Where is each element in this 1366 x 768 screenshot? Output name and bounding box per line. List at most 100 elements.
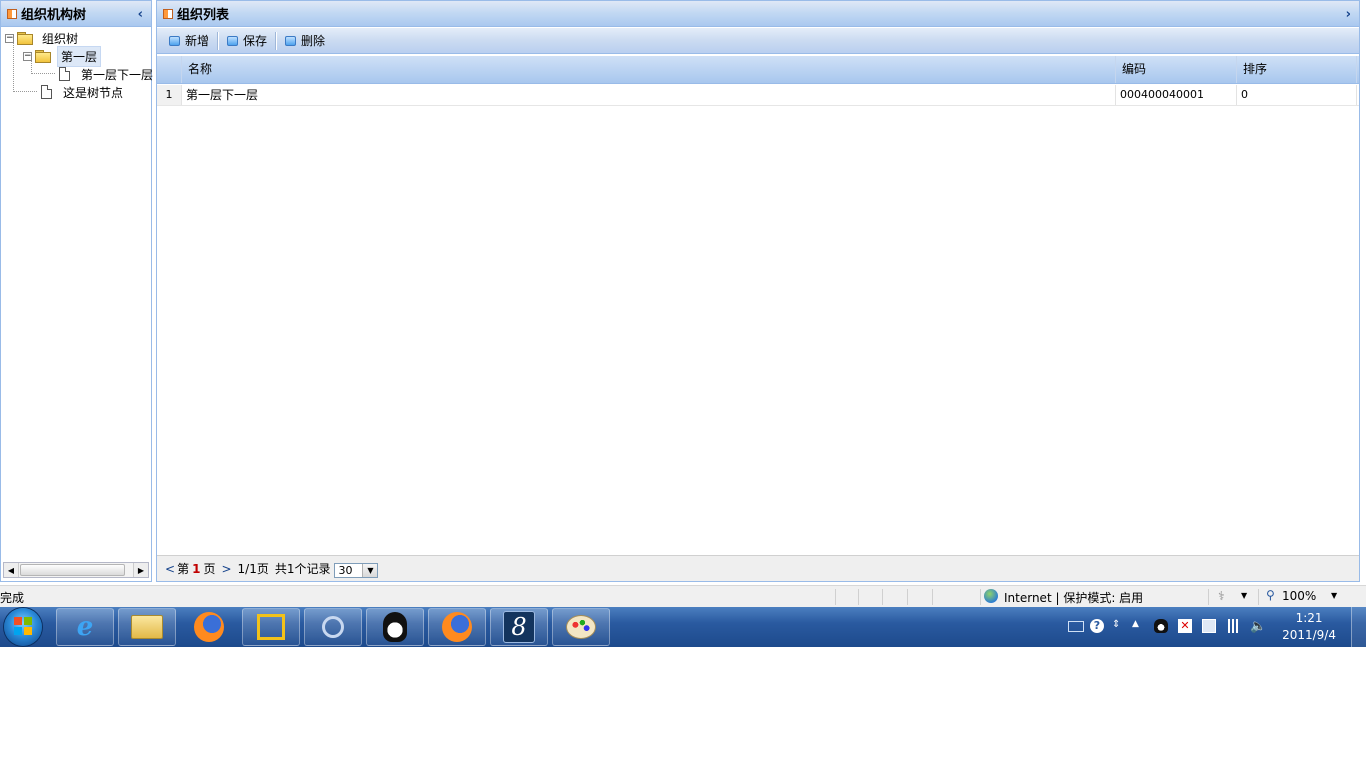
- clock[interactable]: 1:21 2011/9/4: [1282, 610, 1336, 644]
- internet-explorer-icon: e: [76, 612, 94, 642]
- statusbar-divider: [980, 589, 981, 605]
- page-size-select[interactable]: 30 ▼: [334, 562, 379, 578]
- tree-node-root[interactable]: − 组织树: [5, 29, 81, 47]
- next-page-link[interactable]: >: [219, 562, 233, 576]
- statusbar-divider: [1208, 589, 1209, 605]
- browser-statusbar: 完成 Internet | 保护模式: 启用 ⚕ ▼ ⚲ 100% ▼: [0, 585, 1366, 607]
- collapse-toggle-icon[interactable]: −: [5, 33, 14, 43]
- tray-connection-icon[interactable]: ⇕: [1112, 619, 1126, 633]
- scroll-right-icon[interactable]: ▶: [133, 563, 148, 577]
- statusbar-divider: [932, 589, 933, 605]
- taskbar-app-8[interactable]: 8: [490, 608, 548, 646]
- magnifier-icon: [322, 616, 344, 638]
- taskbar-firefox[interactable]: [180, 608, 238, 646]
- org-list-panel: 组织列表 › 新增 保存 删除 名称 编码 排序 1 第一层下一层 000400…: [156, 0, 1360, 582]
- power-icon[interactable]: [1202, 619, 1216, 633]
- save-button[interactable]: 保存: [221, 31, 273, 51]
- security-zone-text[interactable]: Internet | 保护模式: 启用: [1004, 589, 1143, 606]
- file-icon: [41, 85, 52, 99]
- show-desktop-button[interactable]: [1351, 607, 1366, 647]
- chevron-down-icon[interactable]: ▼: [1241, 591, 1247, 600]
- cell-order[interactable]: 0: [1237, 85, 1357, 105]
- delete-button[interactable]: 删除: [279, 31, 331, 51]
- page-prefix: 第: [177, 562, 190, 576]
- tree-connector: [31, 73, 55, 74]
- current-page: 1: [192, 561, 201, 576]
- status-text: 完成: [0, 591, 25, 605]
- total-records: 共1个记录: [274, 562, 331, 576]
- folder-icon: [131, 615, 163, 639]
- panel-icon: [163, 8, 173, 19]
- collapse-left-panel-icon[interactable]: ‹: [138, 7, 143, 22]
- file-icon: [59, 67, 70, 81]
- row-number: 1: [157, 85, 182, 105]
- action-center-icon[interactable]: ✕: [1178, 619, 1192, 633]
- qq-tray-icon[interactable]: [1154, 619, 1168, 633]
- zoom-icon[interactable]: ⚲: [1266, 588, 1275, 602]
- tree-node-level1[interactable]: − 第一层: [23, 45, 102, 67]
- volume-muted-icon[interactable]: 🔈: [1250, 619, 1266, 634]
- grid-toolbar: 新增 保存 删除: [157, 28, 1359, 54]
- taskbar-qq[interactable]: [366, 608, 424, 646]
- prev-page-link[interactable]: <: [163, 562, 177, 576]
- start-button[interactable]: [4, 608, 42, 646]
- zoom-level[interactable]: 100%: [1282, 589, 1316, 603]
- save-icon: [227, 35, 239, 46]
- network-signal-icon[interactable]: [1226, 619, 1240, 633]
- column-header-order[interactable]: 排序: [1237, 56, 1357, 83]
- taskbar-internet-explorer[interactable]: e: [56, 608, 114, 646]
- cell-name[interactable]: 第一层下一层: [182, 85, 1116, 105]
- statusbar-divider: [858, 589, 859, 605]
- taskbar-firefox-2[interactable]: [428, 608, 486, 646]
- paint-palette-icon: [566, 615, 596, 639]
- org-list-panel-header: 组织列表 ›: [157, 1, 1359, 27]
- grid-header: 名称 编码 排序: [157, 56, 1359, 84]
- tree-connector: [13, 41, 14, 92]
- collapse-toggle-icon[interactable]: −: [23, 51, 32, 61]
- column-header-name[interactable]: 名称: [182, 56, 1116, 83]
- column-header-code[interactable]: 编码: [1116, 56, 1237, 83]
- org-list-panel-title: 组织列表: [177, 8, 230, 23]
- page-size-value: 30: [338, 563, 353, 577]
- delete-icon: [285, 35, 297, 46]
- toolbar-separator: [275, 31, 278, 50]
- tree-connector: [13, 91, 37, 92]
- panel-icon: [7, 8, 17, 19]
- tree-node-level1-child[interactable]: 第一层下一层: [59, 65, 156, 83]
- delete-button-label: 删除: [301, 34, 326, 48]
- add-button[interactable]: 新增: [163, 31, 215, 51]
- help-icon[interactable]: ?: [1090, 619, 1104, 633]
- scrollbar-thumb[interactable]: [20, 564, 125, 576]
- save-button-label: 保存: [243, 34, 268, 48]
- tree-node-label[interactable]: 这是树节点: [60, 83, 126, 102]
- add-button-label: 新增: [185, 34, 210, 48]
- cell-code[interactable]: 000400040001: [1116, 85, 1237, 105]
- statusbar-divider: [907, 589, 908, 605]
- chevron-down-icon[interactable]: ▼: [1331, 591, 1337, 600]
- taskbar-search-tool[interactable]: [304, 608, 362, 646]
- taskbar-windows-explorer[interactable]: [118, 608, 176, 646]
- toolbar-separator: [217, 31, 220, 50]
- windows-logo-icon: [14, 617, 32, 635]
- tree-node-label[interactable]: 第一层下一层: [78, 65, 156, 84]
- show-hidden-icons[interactable]: ▲: [1132, 619, 1146, 633]
- taskbar-vmware[interactable]: [242, 608, 300, 646]
- app-8-icon: 8: [503, 611, 535, 643]
- clock-time: 1:21: [1295, 611, 1323, 625]
- keyboard-icon[interactable]: [1068, 621, 1084, 632]
- protected-mode-icon[interactable]: ⚕: [1218, 589, 1225, 603]
- dropdown-arrow-icon[interactable]: ▼: [362, 563, 378, 577]
- table-row[interactable]: 1 第一层下一层 000400040001 0: [157, 85, 1359, 106]
- grid-pager: < 第 1 页 > 1/1页 共1个记录 30 ▼: [157, 555, 1359, 581]
- vmware-icon: [257, 614, 285, 640]
- expand-panel-icon[interactable]: ›: [1346, 7, 1351, 22]
- scroll-left-icon[interactable]: ◀: [4, 563, 19, 577]
- folder-open-icon: [35, 50, 51, 63]
- taskbar-paint[interactable]: [552, 608, 610, 646]
- add-icon: [169, 35, 180, 46]
- tree-node-label[interactable]: 第一层: [57, 45, 102, 67]
- tree-horizontal-scrollbar[interactable]: ◀ ▶: [3, 562, 149, 578]
- tree-node-leaf[interactable]: 这是树节点: [41, 83, 126, 101]
- org-tree-panel-header: 组织机构树 ‹: [1, 1, 151, 27]
- org-tree-panel-title: 组织机构树: [21, 8, 87, 23]
